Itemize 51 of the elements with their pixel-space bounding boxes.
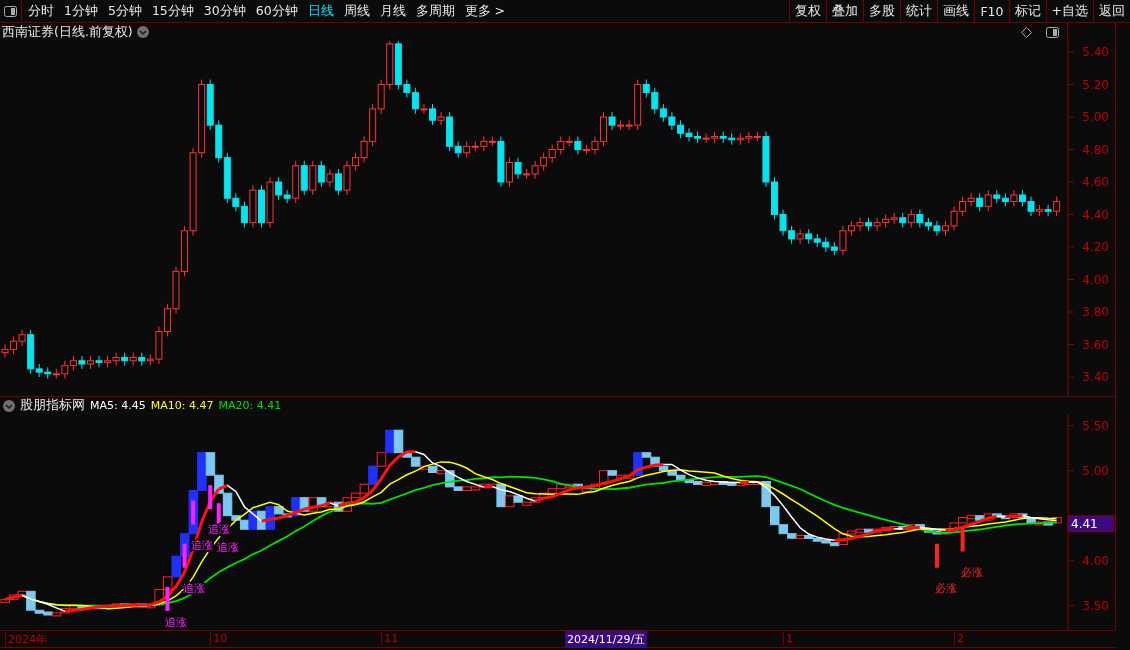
current-value: 4.41	[1071, 516, 1098, 531]
axis-label: 3.40	[1082, 370, 1109, 384]
date-tick: 2	[954, 632, 965, 645]
period-tab[interactable]: 多周期	[415, 2, 455, 20]
axis-label: 4.80	[1082, 142, 1109, 157]
chart-title: 西南证券(日线.前复权)	[2, 23, 133, 41]
ma-legend: MA10: 4.47	[150, 399, 214, 412]
toolbar-button[interactable]: 多股	[863, 0, 901, 22]
axis-label: 4.00	[1082, 553, 1109, 568]
date-tick: 10	[210, 632, 228, 645]
indicator-name: 股朋指标网	[20, 397, 85, 414]
axis-label: 4.20	[1082, 240, 1109, 254]
toolbar-button[interactable]: 复权	[789, 0, 827, 22]
period-tab[interactable]: 日线	[307, 2, 334, 20]
toolbar-button[interactable]: 返回	[1093, 0, 1130, 22]
axis-label: 3.80	[1082, 305, 1109, 319]
axis-label: 5.00	[1082, 463, 1109, 478]
toolbar-button[interactable]: F10	[974, 0, 1009, 22]
signal-label: 必涨	[960, 565, 983, 579]
period-tab[interactable]: 更多 >	[464, 2, 506, 20]
axis-label: 5.40	[1082, 45, 1109, 59]
toolbar-button[interactable]: 画线	[937, 0, 975, 22]
signal-label: 追涨	[216, 541, 239, 555]
period-tab[interactable]: 1分钟	[64, 2, 98, 20]
axis-label: 4.60	[1082, 175, 1109, 189]
axis-label: 5.00	[1082, 110, 1109, 124]
axis-label: 5.50	[1082, 418, 1109, 433]
period-tab[interactable]: 月线	[379, 2, 406, 20]
period-tab[interactable]: 30分钟	[203, 2, 246, 20]
toolbar-button[interactable]: 叠加	[826, 0, 864, 22]
period-tab[interactable]: 60分钟	[255, 2, 298, 20]
signal-label: 必涨	[934, 581, 957, 595]
period-tab[interactable]: 分时	[28, 2, 54, 20]
ma-legend: MA5: 4.45	[90, 399, 146, 412]
toolbar-button[interactable]: 统计	[900, 0, 938, 22]
ma-legend: MA20: 4.41	[218, 399, 282, 412]
date-tick: 11	[381, 632, 399, 645]
period-tab[interactable]: 周线	[343, 2, 370, 20]
toolbar-button[interactable]: 标记	[1008, 0, 1046, 22]
signal-label: 追涨	[165, 616, 188, 629]
axis-label: 3.50	[1082, 598, 1109, 613]
toolbar-button[interactable]: +自选	[1045, 0, 1093, 22]
date-tick: 1	[783, 632, 794, 645]
cursor-date: 2024/11/29/五	[565, 631, 648, 648]
period-tab[interactable]: 15分钟	[151, 2, 194, 20]
axis-label: 4.40	[1082, 207, 1109, 222]
date-tick: 2024年	[5, 632, 47, 647]
period-tab[interactable]: 5分钟	[107, 2, 142, 20]
axis-label: 5.20	[1082, 77, 1109, 92]
axis-label: 3.60	[1082, 337, 1109, 352]
axis-label: 4.00	[1082, 272, 1109, 287]
